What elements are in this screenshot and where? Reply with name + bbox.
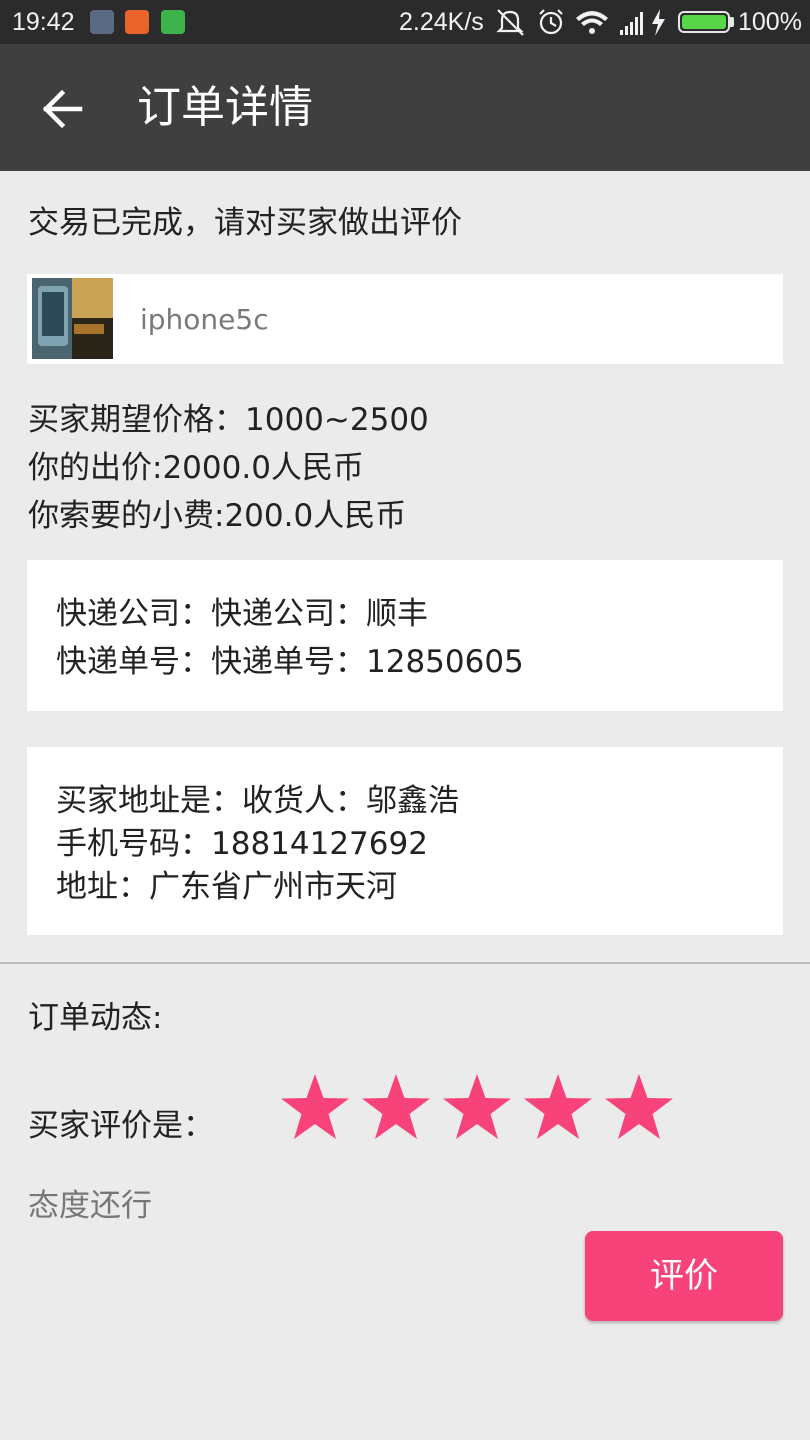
app-icon — [161, 10, 185, 34]
battery-tip — [730, 17, 734, 27]
alarm-icon — [539, 9, 563, 35]
phone-image — [32, 278, 113, 359]
star-icon[interactable] — [522, 1072, 594, 1142]
express-card: 快递公司：快递公司：顺丰 快递单号：快递单号：12850605 — [27, 560, 783, 711]
price-info: 买家期望价格：1000~2500 你的出价:2000.0人民币 你索要的小费:2… — [28, 396, 429, 540]
battery-percent: 100% — [738, 8, 802, 36]
back-button[interactable] — [32, 84, 92, 134]
order-status-text: 交易已完成，请对买家做出评价 — [28, 205, 462, 241]
address-location: 地址：广东省广州市天河 — [56, 869, 397, 905]
mute-icon — [496, 9, 524, 36]
app-icon — [125, 10, 149, 34]
express-company: 快递公司：快递公司：顺丰 — [56, 596, 428, 632]
battery-icon — [678, 11, 730, 33]
star-icon[interactable] — [441, 1072, 513, 1142]
rating-stars — [279, 1072, 679, 1144]
order-dynamics-label: 订单动态: — [28, 1000, 163, 1036]
express-tracking-number: 快递单号：快递单号：12850605 — [56, 644, 524, 680]
address-card: 买家地址是：收货人：邬鑫浩 手机号码：18814127692 地址：广东省广州市… — [27, 747, 783, 935]
address-receiver: 买家地址是：收货人：邬鑫浩 — [56, 783, 459, 819]
signal-icon — [620, 12, 643, 35]
rate-button[interactable]: 评价 — [585, 1231, 783, 1321]
star-icon[interactable] — [279, 1072, 351, 1142]
product-name: iphone5c — [140, 303, 269, 336]
app-icon — [90, 10, 114, 34]
product-thumbnail — [32, 278, 113, 359]
status-bar: 19:42 2.24K/s 100% — [0, 0, 810, 44]
charging-icon — [652, 9, 665, 36]
network-speed: 2.24K/s — [399, 8, 484, 36]
rating-comment: 态度还行 — [28, 1188, 152, 1224]
expected-price: 买家期望价格：1000~2500 — [28, 402, 429, 438]
status-time: 19:42 — [12, 8, 75, 36]
divider — [0, 962, 810, 964]
wifi-icon — [576, 11, 608, 34]
address-phone: 手机号码：18814127692 — [56, 826, 428, 862]
star-icon[interactable] — [603, 1072, 675, 1142]
product-card[interactable]: iphone5c — [27, 274, 783, 364]
page-title: 订单详情 — [137, 82, 313, 133]
star-icon[interactable] — [360, 1072, 432, 1142]
your-offer: 你的出价:2000.0人民币 — [28, 450, 364, 486]
your-tip: 你索要的小费:200.0人民币 — [28, 498, 407, 534]
rating-label: 买家评价是： — [28, 1108, 214, 1144]
toolbar: 订单详情 — [0, 44, 810, 171]
status-icons — [496, 9, 665, 36]
arrow-left-icon — [42, 89, 83, 129]
